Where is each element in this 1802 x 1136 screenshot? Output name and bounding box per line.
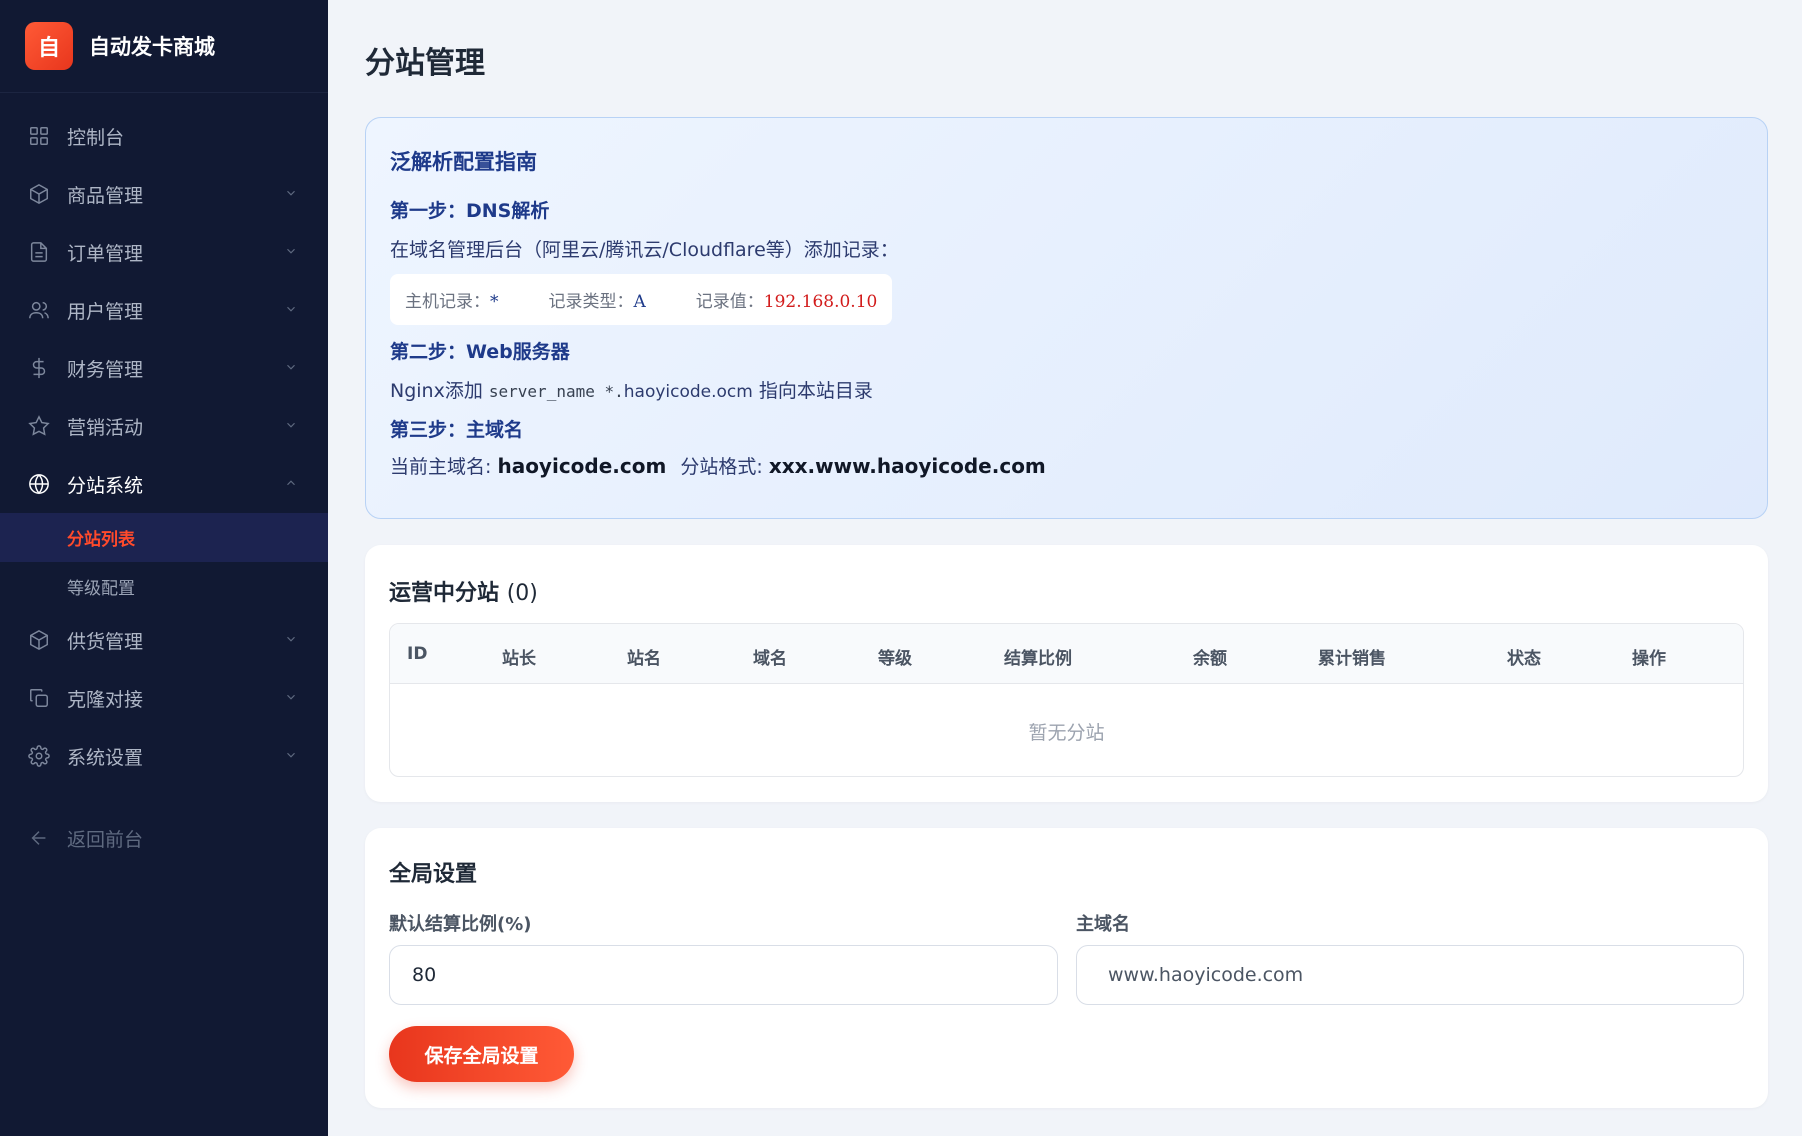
sidebar-item-marketing[interactable]: 营销活动 <box>0 397 328 455</box>
sidebar-item-users[interactable]: 用户管理 <box>0 281 328 339</box>
chevron-down-icon <box>284 183 298 205</box>
active-sites-card: 运营中分站 (0) ID 站长 站名 域名 等级 结算比例 余额 累计销售 状态… <box>365 545 1768 802</box>
chevron-up-icon <box>284 473 298 495</box>
sidebar-item-label: 供货管理 <box>67 630 144 653</box>
active-sites-title: 运营中分站 (0) <box>389 575 538 607</box>
sites-table: ID 站长 站名 域名 等级 结算比例 余额 累计销售 状态 操作 暂无分站 <box>389 623 1744 777</box>
record-value-label: 记录值： <box>695 292 764 312</box>
column-header: ID <box>407 644 428 664</box>
sidebar-item-settings[interactable]: 系统设置 <box>0 727 328 785</box>
chevron-down-icon <box>284 299 298 321</box>
empty-state: 暂无分站 <box>1028 722 1105 744</box>
sidebar-item-label: 订单管理 <box>67 242 144 265</box>
step2-code: server_name *. <box>488 382 624 401</box>
sidebar-item-clone[interactable]: 克隆对接 <box>0 669 328 727</box>
record-type-value: A <box>633 292 646 312</box>
step3-title: 第三步：主域名 <box>390 419 524 441</box>
record-host-label: 主机记录： <box>405 292 490 312</box>
column-header: 状态 <box>1507 649 1541 669</box>
star-icon <box>27 414 51 438</box>
step2-prefix: Nginx添加 <box>390 380 489 402</box>
sidebar-item-supply[interactable]: 供货管理 <box>0 611 328 669</box>
arrow-left-icon <box>27 826 51 850</box>
dns-record-box: 主机记录：* 记录类型：A 记录值：192.168.0.10 <box>390 274 893 325</box>
dashboard-icon <box>27 124 51 148</box>
document-icon <box>27 240 51 264</box>
users-icon <box>27 298 51 322</box>
box-icon <box>27 628 51 652</box>
record-host-value: * <box>490 292 499 312</box>
globe-icon <box>27 472 51 496</box>
ratio-label: 默认结算比例(%) <box>389 914 532 935</box>
sidebar-item-label: 系统设置 <box>67 746 144 769</box>
sites-title-text: 运营中分站 <box>389 581 500 606</box>
record-value-value: 192.168.0.10 <box>763 292 878 312</box>
column-header: 等级 <box>878 649 912 669</box>
step2-title: 第二步：Web服务器 <box>390 341 570 363</box>
column-header: 站名 <box>627 649 661 669</box>
main-content: 分站管理 泛解析配置指南 第一步：DNS解析 在域名管理后台（阿里云/腾讯云/C… <box>328 0 1802 1136</box>
chevron-down-icon <box>284 415 298 437</box>
sidebar-item-orders[interactable]: 订单管理 <box>0 223 328 281</box>
chevron-down-icon <box>284 357 298 379</box>
page-title: 分站管理 <box>365 46 485 81</box>
brand-name: 自动发卡商城 <box>89 35 215 59</box>
table-header: ID 站长 站名 域名 等级 结算比例 余额 累计销售 状态 操作 <box>390 624 1743 684</box>
sidebar-item-label: 分站系统 <box>67 474 144 497</box>
column-header: 累计销售 <box>1318 649 1386 669</box>
sidebar-item-substation[interactable]: 分站系统 <box>0 455 328 513</box>
sidebar-item-products[interactable]: 商品管理 <box>0 165 328 223</box>
column-header: 余额 <box>1193 649 1227 669</box>
chevron-down-icon <box>284 687 298 709</box>
sidebar-item-label: 商品管理 <box>67 184 144 207</box>
main-domain-input[interactable] <box>1076 945 1744 1005</box>
chevron-down-icon <box>284 241 298 263</box>
step1-title: 第一步：DNS解析 <box>390 200 550 222</box>
sidebar-item-finance[interactable]: 财务管理 <box>0 339 328 397</box>
sidebar-item-label: 克隆对接 <box>67 688 144 711</box>
step3-text: 当前主域名: haoyicode.com 分站格式: xxx.www.haoyi… <box>390 452 1743 479</box>
step1-text: 在域名管理后台（阿里云/腾讯云/Cloudflare等）添加记录： <box>390 239 899 261</box>
column-header: 结算比例 <box>1004 649 1072 669</box>
column-header: 站长 <box>502 649 536 669</box>
main-domain-value: haoyicode.com <box>497 454 667 478</box>
brand-logo: 自 <box>25 22 73 70</box>
sidebar-subitem-site-list[interactable]: 分站列表 <box>0 513 328 562</box>
back-to-frontend-link[interactable]: 返回前台 <box>0 809 328 867</box>
main-domain-label: 当前主域名: <box>390 456 498 478</box>
save-settings-button[interactable]: 保存全局设置 <box>389 1026 574 1082</box>
dollar-icon <box>27 356 51 380</box>
sidebar-item-label: 控制台 <box>67 126 125 149</box>
sub-format-label: 分站格式: <box>680 456 769 478</box>
gear-icon <box>27 744 51 768</box>
chevron-down-icon <box>284 629 298 651</box>
sidebar-item-dashboard[interactable]: 控制台 <box>0 107 328 165</box>
global-settings-title: 全局设置 <box>389 862 478 887</box>
wildcard-dns-guide: 泛解析配置指南 第一步：DNS解析 在域名管理后台（阿里云/腾讯云/Cloudf… <box>365 117 1768 519</box>
sidebar-item-label: 用户管理 <box>67 300 144 323</box>
column-header: 域名 <box>753 649 787 669</box>
ratio-input[interactable] <box>389 945 1058 1005</box>
step2-text: Nginx添加 server_name *.haoyicode.ocm 指向本站… <box>390 376 1743 403</box>
sidebar-item-label: 财务管理 <box>67 358 144 381</box>
guide-title: 泛解析配置指南 <box>390 150 537 174</box>
copy-icon <box>27 686 51 710</box>
brand[interactable]: 自 自动发卡商城 <box>0 0 328 93</box>
global-settings-card: 全局设置 默认结算比例(%) 主域名 保存全局设置 <box>365 828 1768 1108</box>
box-icon <box>27 182 51 206</box>
sites-count: (0) <box>506 581 538 606</box>
sidebar-item-label: 营销活动 <box>67 416 144 439</box>
sidebar-nav: 控制台 商品管理 订单管理 用户管理 财务管理 营销活动 分站系统 分站列表 等… <box>0 93 328 867</box>
step2-suffix: 指向本站目录 <box>752 380 873 402</box>
column-header: 操作 <box>1632 649 1666 669</box>
chevron-down-icon <box>284 745 298 767</box>
back-label: 返回前台 <box>67 828 144 851</box>
sub-format-value: xxx.www.haoyicode.com <box>768 454 1046 478</box>
record-type-label: 记录类型： <box>548 292 634 312</box>
step2-domain: haoyicode.ocm <box>623 382 753 402</box>
sidebar: 自 自动发卡商城 控制台 商品管理 订单管理 用户管理 财务管理 营销活动 分站… <box>0 0 328 1136</box>
domain-label: 主域名 <box>1076 914 1130 935</box>
sidebar-subitem-level-config[interactable]: 等级配置 <box>0 562 328 611</box>
